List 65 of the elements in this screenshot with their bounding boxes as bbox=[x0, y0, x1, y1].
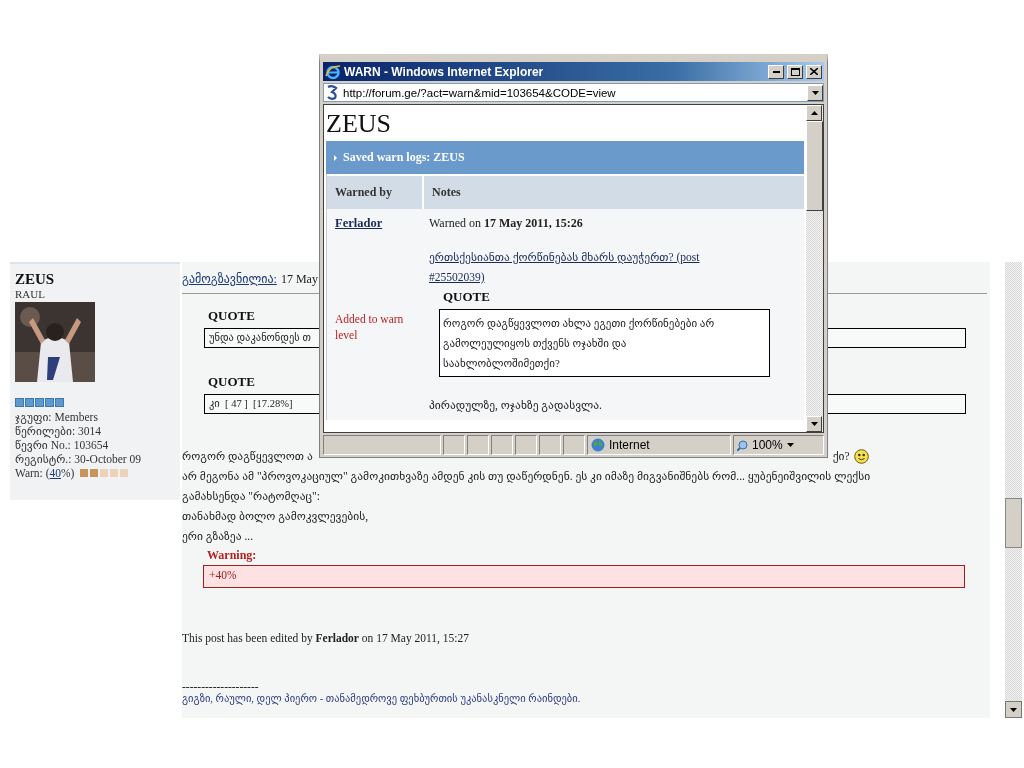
triangle-icon bbox=[334, 154, 337, 161]
rank-pips-icon bbox=[15, 398, 64, 407]
warning-box: +40% bbox=[203, 565, 965, 588]
post-date: 17 May bbox=[280, 272, 318, 287]
address-dropdown-button[interactable] bbox=[807, 84, 823, 101]
down-arrow-icon bbox=[1010, 707, 1017, 712]
profile-detail: რეგისტრ.: 30-October 09 bbox=[15, 452, 142, 466]
edit-note: This post has been edited by Ferlador on 17 May 2011, 15:27 bbox=[182, 632, 471, 644]
status-bar-panel bbox=[443, 435, 465, 455]
zone-text: Internet bbox=[609, 438, 650, 452]
post-text: თანახმად ბოლო გამოკვლევების, bbox=[182, 509, 370, 525]
quote-label: QUOTE bbox=[208, 308, 255, 324]
post-link[interactable]: ერთსქესიანთა ქორწინებას მხარს დაუჭერთ? (post #25502039) bbox=[429, 247, 729, 287]
zoom-icon bbox=[737, 439, 748, 451]
moderator-link[interactable]: Ferlador bbox=[335, 216, 414, 231]
page-icon bbox=[326, 85, 339, 100]
scroll-down-button[interactable] bbox=[1005, 701, 1022, 718]
post-text: ქი? bbox=[832, 449, 850, 465]
zoom-control[interactable]: 100% bbox=[733, 435, 824, 455]
close-icon bbox=[810, 68, 818, 75]
member-title: RAUL bbox=[15, 288, 46, 300]
profile-detail: ჯგუფი: Members bbox=[15, 410, 99, 424]
minimize-icon bbox=[772, 70, 780, 73]
close-button[interactable] bbox=[806, 64, 822, 79]
column-header: Warned by bbox=[327, 174, 422, 209]
page-heading: ZEUS bbox=[326, 108, 392, 140]
warn-date-text: Warned on 17 May 2011, 15:26 bbox=[429, 216, 583, 230]
up-arrow-icon bbox=[810, 111, 818, 115]
status-bar-panel bbox=[467, 435, 489, 455]
column-header: Notes bbox=[422, 174, 804, 209]
status-bar-panel bbox=[491, 435, 513, 455]
address-field[interactable]: http://forum.ge/?act=warn&mid=103654&CODE=view bbox=[323, 83, 824, 102]
status-bar-panel bbox=[515, 435, 537, 455]
section-title: Saved warn logs: ZEUS bbox=[343, 150, 465, 165]
window-title: WARN - Windows Internet Explorer bbox=[344, 64, 545, 79]
post-text: როგორ დაგწყევლოთ ა bbox=[182, 449, 313, 465]
posted-link[interactable]: გამოგზავნილია: bbox=[182, 272, 277, 287]
quote-label: QUOTE bbox=[443, 289, 490, 305]
minimize-button[interactable] bbox=[768, 64, 784, 79]
down-arrow-icon bbox=[811, 90, 819, 95]
warn-level-text: Warn: (40%) bbox=[15, 466, 75, 480]
smiley-icon bbox=[853, 448, 869, 464]
quote-box: როგორ დაგწყევლოთ ახლა ეგეთი ქორწინებები არ გამოლეულიყოს თქვენს ოჯახში და საახლობლოშიმეთქი? bbox=[439, 309, 770, 377]
maximize-icon bbox=[790, 67, 800, 76]
post-text: ერი გზაზეა ... bbox=[182, 529, 255, 545]
browser-logo-icon bbox=[325, 63, 341, 80]
globe-icon bbox=[591, 438, 605, 452]
profile-detail: წერილები: 3014 bbox=[15, 424, 102, 438]
username: ZEUS bbox=[15, 271, 56, 288]
scroll-up-button[interactable] bbox=[806, 105, 822, 121]
scrollbar-thumb[interactable] bbox=[1005, 498, 1022, 548]
warn-note-text: პირადულზე, ოჯახზე გადასვლა. bbox=[429, 398, 603, 412]
quote-label: QUOTE bbox=[208, 374, 255, 390]
warn-link[interactable]: 40 bbox=[49, 467, 62, 479]
status-bar-panel bbox=[539, 435, 561, 455]
down-arrow-icon bbox=[810, 422, 818, 426]
status-bar-panel bbox=[563, 435, 585, 455]
signature-rule: -------------------- bbox=[182, 680, 260, 692]
post-text: არ მეგონა ამ "პროვოკაციულ" გამოკითხვაზე ამდენ კის თუ დაწერდნენ. ეს კი იმაზე მიგვანიშნებს რომ... ყუბენეიშვილის ლექსი bbox=[182, 469, 872, 485]
warning-label: Warning: bbox=[207, 548, 258, 563]
signature-text: გიგზი, რაული, დელ პიერო - თანამედროვე ფეხბურთის უკანასკნელი რაინდები. bbox=[182, 692, 582, 704]
caret-icon bbox=[786, 443, 794, 447]
maximize-button[interactable] bbox=[787, 64, 803, 79]
profile-detail: წევრი No.: 103654 bbox=[15, 438, 110, 452]
post-text: გამახსენდა "რატომღაც": bbox=[182, 489, 321, 505]
